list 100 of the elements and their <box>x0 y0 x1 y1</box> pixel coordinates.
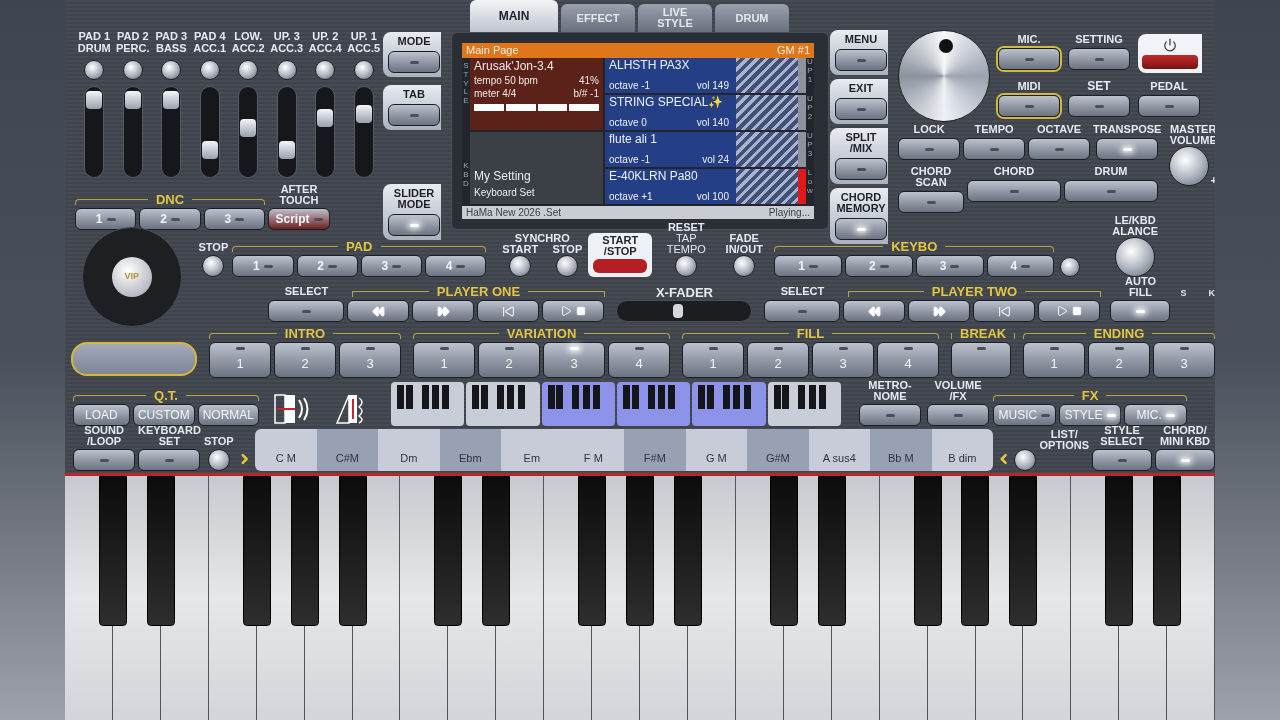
section-button[interactable]: 3 <box>812 342 874 378</box>
knob[interactable] <box>675 255 698 277</box>
fx-button[interactable]: MIC. <box>1124 404 1187 426</box>
panel-button[interactable] <box>898 138 960 160</box>
section-button[interactable] <box>951 342 1011 378</box>
qt-button[interactable]: NORMAL <box>197 404 259 426</box>
master-volume-knob[interactable] <box>1169 146 1210 186</box>
slider-thumb[interactable] <box>201 141 218 159</box>
slider-thumb[interactable] <box>317 108 334 127</box>
knob[interactable] <box>202 255 225 277</box>
start-stop-button[interactable]: START /STOP <box>588 233 653 277</box>
rewind-button[interactable] <box>843 300 906 322</box>
section-button[interactable]: 4 <box>608 342 670 378</box>
slider-thumb[interactable] <box>124 90 141 109</box>
panel-button[interactable] <box>898 191 964 213</box>
plain-button[interactable] <box>1068 95 1130 117</box>
chord-pad[interactable]: Bb M <box>870 429 932 471</box>
knob[interactable] <box>733 255 756 277</box>
panel-button[interactable] <box>835 158 887 180</box>
pad-button[interactable]: 4 <box>425 255 487 277</box>
piano-keyboard[interactable] <box>65 473 1215 720</box>
knob[interactable] <box>509 255 532 277</box>
name-field[interactable] <box>71 342 197 376</box>
panel-button[interactable] <box>1064 180 1158 202</box>
skip-back-button[interactable] <box>477 300 540 322</box>
keyboard-button[interactable]: 1 <box>774 255 842 277</box>
plain-button[interactable] <box>1138 95 1200 117</box>
chord-pad[interactable]: Ebm <box>439 429 502 471</box>
chord-pad[interactable]: Dm <box>378 429 440 471</box>
fx-button[interactable]: MUSIC <box>993 404 1056 426</box>
panel-button[interactable] <box>835 218 887 240</box>
keyboard-button[interactable]: 4 <box>986 255 1055 277</box>
knob[interactable] <box>161 60 182 80</box>
section-button[interactable]: 2 <box>747 342 809 378</box>
panel-button[interactable] <box>388 51 440 73</box>
balance-knob[interactable] <box>1115 237 1156 277</box>
knob[interactable] <box>1060 257 1081 277</box>
chord-pad[interactable]: Em <box>501 429 563 471</box>
chord-pad[interactable]: G#M <box>747 429 809 471</box>
slider-thumb[interactable] <box>240 119 257 138</box>
style-panel[interactable]: Arusak'Jon-3.4 tempo 50 bpm 41% meter 4/4 b/# -1 <box>470 58 603 130</box>
panel-button[interactable] <box>963 138 1025 160</box>
script-button[interactable]: Script <box>268 208 330 230</box>
metronome-button[interactable] <box>859 404 921 426</box>
style-select-button[interactable] <box>1092 449 1152 471</box>
keyboard-button[interactable]: 2 <box>845 255 913 277</box>
panel-button[interactable] <box>1096 138 1159 160</box>
dnc-button[interactable]: 2 <box>139 208 201 230</box>
tab[interactable]: LIVE STYLE <box>638 4 712 32</box>
keyboard-set-panel[interactable]: My Setting Keyboard Set <box>470 132 603 204</box>
section-button[interactable]: 3 <box>543 342 605 378</box>
outlined-button[interactable] <box>998 48 1060 70</box>
mini-keyboard[interactable] <box>391 382 841 426</box>
part-panel[interactable]: E-40KLRN Pa80 octave +1 vol 100 <box>605 169 806 204</box>
knob[interactable] <box>199 60 220 80</box>
dnc-button[interactable]: 1 <box>75 208 137 230</box>
knob[interactable] <box>556 255 579 277</box>
panel-button[interactable] <box>967 180 1061 202</box>
slider-thumb[interactable] <box>163 90 180 109</box>
section-button[interactable]: 1 <box>1023 342 1085 378</box>
pad-button[interactable]: 2 <box>296 255 358 277</box>
pad-button[interactable]: 3 <box>360 255 422 277</box>
qt-button[interactable]: CUSTOM <box>132 404 195 426</box>
keyboard-button[interactable]: 3 <box>915 255 984 277</box>
section-button[interactable]: 2 <box>478 342 540 378</box>
knob[interactable] <box>238 60 259 80</box>
knob[interactable] <box>207 449 230 471</box>
panel-button[interactable] <box>835 49 887 71</box>
panel-button[interactable] <box>835 98 887 120</box>
select-button[interactable] <box>764 300 841 322</box>
rewind-button[interactable] <box>347 300 410 322</box>
slider-thumb[interactable] <box>278 141 295 159</box>
section-button[interactable]: 2 <box>274 342 336 378</box>
qt-button[interactable]: LOAD <box>73 404 130 426</box>
chord-pad[interactable]: A sus4 <box>808 429 871 471</box>
outlined-button[interactable] <box>998 95 1060 117</box>
chord-pad[interactable]: C#M <box>316 429 379 471</box>
chord-pad[interactable]: F#M <box>624 429 686 471</box>
section-button[interactable]: 3 <box>1153 342 1215 378</box>
chord-pad[interactable]: G M <box>685 429 748 471</box>
keyboard-set-button[interactable] <box>138 449 201 471</box>
jog-wheel[interactable]: VIP <box>81 227 182 327</box>
dnc-button[interactable]: 3 <box>203 208 265 230</box>
play-stop-button[interactable] <box>1038 300 1101 322</box>
part-panel[interactable]: STRING SPECIAL✨ octave 0 vol 140 <box>605 95 806 130</box>
knob[interactable] <box>276 60 297 80</box>
plain-button[interactable] <box>1068 48 1130 70</box>
knob[interactable] <box>84 60 105 80</box>
knob[interactable] <box>122 60 143 80</box>
knob[interactable] <box>1014 449 1037 471</box>
section-button[interactable]: 1 <box>682 342 744 378</box>
knob[interactable] <box>315 60 336 80</box>
section-button[interactable]: 4 <box>877 342 939 378</box>
tab[interactable]: DRUM <box>715 4 789 32</box>
slider-thumb[interactable] <box>86 90 103 109</box>
part-panel[interactable]: flute ali 1 octave -1 vol 24 <box>605 132 806 167</box>
panel-button[interactable] <box>1028 138 1090 160</box>
section-button[interactable]: 1 <box>413 342 475 378</box>
chord-pad[interactable]: C M <box>255 429 317 471</box>
fx-button[interactable]: STYLE <box>1058 404 1122 426</box>
